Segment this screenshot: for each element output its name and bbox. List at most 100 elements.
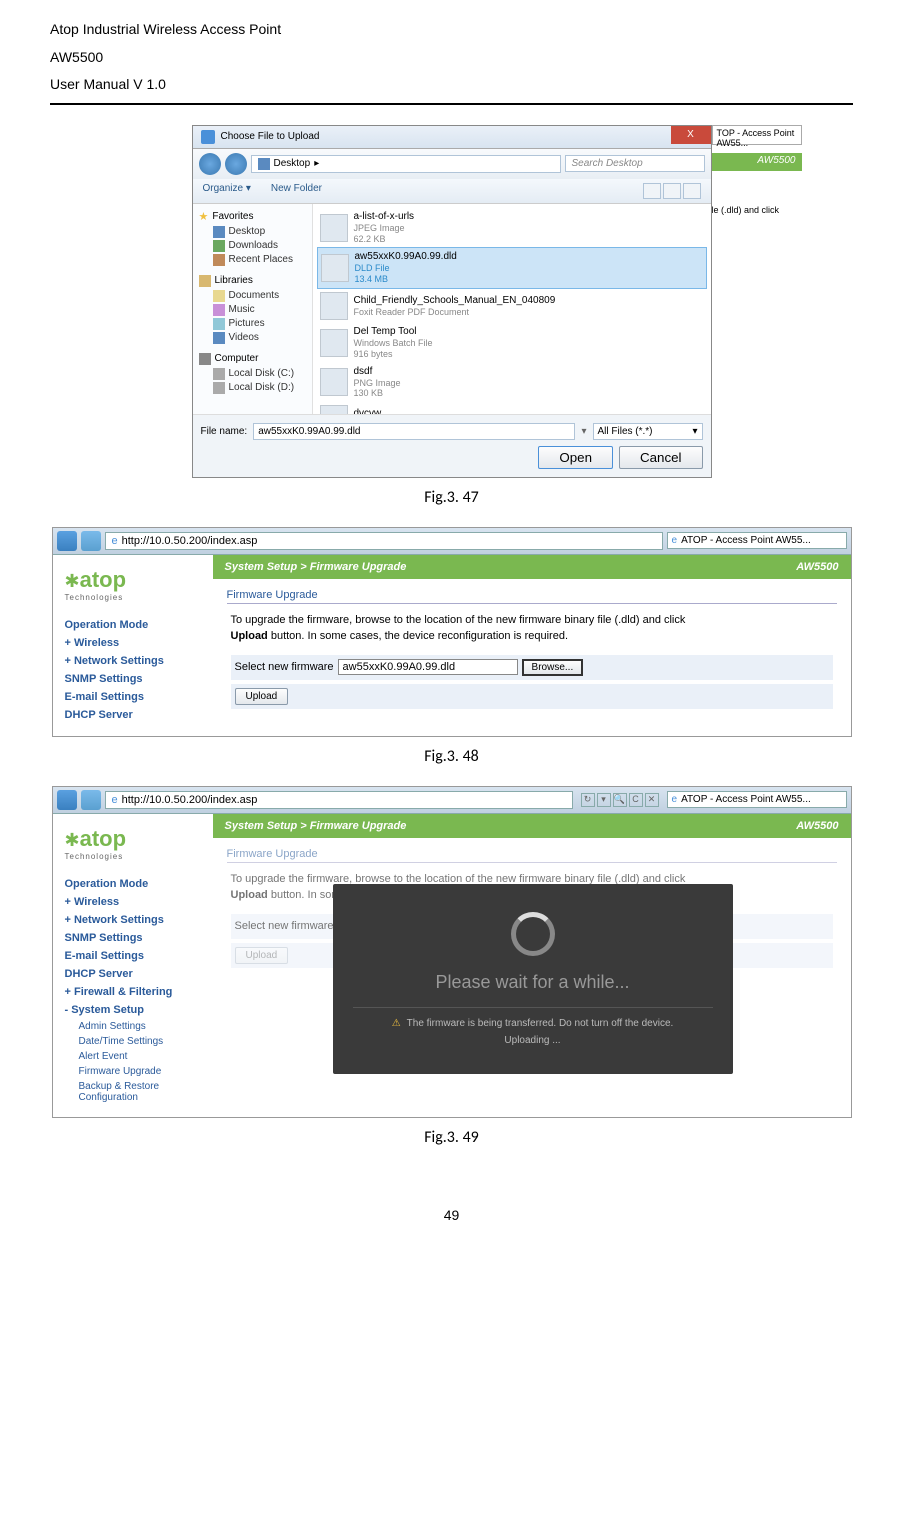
page-content: ✱atop Technologies Operation Mode + Wire…: [53, 555, 851, 736]
uploading-text: Uploading ...: [353, 1035, 713, 1046]
path-arrow: ▸: [314, 158, 319, 169]
menu-email[interactable]: E-mail Settings: [65, 688, 201, 706]
back-button[interactable]: [57, 531, 77, 551]
newfolder-button[interactable]: New Folder: [271, 183, 322, 199]
menu-snmp[interactable]: SNMP Settings: [65, 929, 201, 947]
submenu-admin[interactable]: Admin Settings: [65, 1019, 201, 1034]
sidebar-recent[interactable]: Recent Places: [199, 253, 306, 267]
forward-button[interactable]: [81, 790, 101, 810]
stop-icon[interactable]: ✕: [645, 793, 659, 807]
menu-operation-mode[interactable]: Operation Mode: [65, 875, 201, 893]
description: To upgrade the firmware, browse to the l…: [231, 612, 833, 645]
sidebar-pictures[interactable]: Pictures: [199, 317, 306, 331]
path-bar[interactable]: Desktop ▸: [251, 155, 561, 173]
filetype-select[interactable]: All Files (*.*) ▾: [593, 423, 703, 440]
browse-button[interactable]: Browse...: [522, 659, 584, 676]
close-button[interactable]: X: [671, 126, 711, 144]
browser-tab[interactable]: e ATOP - Access Point AW55...: [667, 791, 847, 808]
tool-icon[interactable]: ▾: [597, 793, 611, 807]
menu-snmp[interactable]: SNMP Settings: [65, 670, 201, 688]
url-text: http://10.0.50.200/index.asp: [122, 535, 258, 547]
menu-system-setup[interactable]: - System Setup: [65, 1001, 201, 1019]
path-text: Desktop: [274, 158, 311, 169]
file-icon: [321, 254, 349, 282]
logo-subtitle: Technologies: [65, 852, 201, 861]
file-meta: JPEG Image: [354, 223, 415, 234]
menu-wireless[interactable]: + Wireless: [65, 634, 201, 652]
page-main: System Setup > Firmware Upgrade AW5500 F…: [213, 555, 851, 736]
file-item[interactable]: Del Temp Tool Windows Batch File 916 byt…: [317, 323, 707, 363]
cancel-button[interactable]: Cancel: [619, 446, 703, 469]
menu-dhcp[interactable]: DHCP Server: [65, 965, 201, 983]
forward-button[interactable]: [81, 531, 101, 551]
nav-back-icon[interactable]: [199, 153, 221, 175]
videos-icon: [213, 332, 225, 344]
view-icon-2[interactable]: [663, 183, 681, 199]
model-text: AW5500: [796, 820, 838, 832]
file-item[interactable]: Child_Friendly_Schools_Manual_EN_040809 …: [317, 289, 707, 323]
compat-icon[interactable]: C: [629, 793, 643, 807]
menu-operation-mode[interactable]: Operation Mode: [65, 616, 201, 634]
menu-network[interactable]: + Network Settings: [65, 652, 201, 670]
organize-button[interactable]: Organize ▾: [203, 183, 251, 199]
disk-icon: [213, 368, 225, 380]
filename-input[interactable]: aw55xxK0.99A0.99.dld: [253, 423, 575, 440]
dialog-bottom: File name: aw55xxK0.99A0.99.dld ▾ All Fi…: [193, 414, 711, 477]
sidebar-item-label: Recent Places: [229, 254, 293, 265]
firmware-section: Firmware Upgrade To upgrade the firmware…: [213, 579, 851, 727]
computer-label: Computer: [215, 353, 259, 364]
search-icon[interactable]: 🔍: [613, 793, 627, 807]
page-content: ✱atop Technologies Operation Mode + Wire…: [53, 814, 851, 1117]
sidebar-desktop[interactable]: Desktop: [199, 225, 306, 239]
desc-text: To upgrade the firmware, browse to the l…: [231, 873, 686, 885]
ie-icon: e: [112, 794, 118, 806]
back-button[interactable]: [57, 790, 77, 810]
pictures-icon: [213, 318, 225, 330]
upload-button: Upload: [235, 947, 289, 964]
submenu-firmware[interactable]: Firmware Upgrade: [65, 1064, 201, 1079]
file-item-selected[interactable]: aw55xxK0.99A0.99.dld DLD File 13.4 MB: [317, 247, 707, 289]
file-size: 13.4 MB: [355, 274, 457, 285]
sidebar-videos[interactable]: Videos: [199, 331, 306, 345]
tab-text: ATOP - Access Point AW55...: [681, 535, 811, 546]
header-divider: [50, 103, 853, 105]
doc-header-line2: AW5500: [50, 48, 853, 68]
warning-icon: ⚠: [392, 1018, 401, 1029]
figure-49-caption: Fig.3. 49: [50, 1128, 853, 1147]
dropdown-icon[interactable]: ▾: [581, 426, 586, 437]
menu-firewall[interactable]: + Firewall & Filtering: [65, 983, 201, 1001]
file-item[interactable]: dvcvw PNG Image: [317, 402, 707, 414]
nav-forward-icon[interactable]: [225, 153, 247, 175]
browser-tab[interactable]: e ATOP - Access Point AW55...: [667, 532, 847, 549]
overlay-divider: [353, 1007, 713, 1008]
menu-dhcp[interactable]: DHCP Server: [65, 706, 201, 724]
file-item[interactable]: dsdf PNG Image 130 KB: [317, 363, 707, 403]
sidebar-disk-d[interactable]: Local Disk (D:): [199, 381, 306, 395]
upload-button[interactable]: Upload: [235, 688, 289, 705]
url-bar[interactable]: e http://10.0.50.200/index.asp: [105, 532, 663, 550]
submenu-datetime[interactable]: Date/Time Settings: [65, 1034, 201, 1049]
view-icon-1[interactable]: [643, 183, 661, 199]
disk-icon: [213, 382, 225, 394]
desc-bold: Upload: [231, 889, 268, 901]
file-meta: PNG Image: [354, 378, 401, 389]
submenu-backup[interactable]: Backup & Restore Configuration: [65, 1079, 201, 1105]
toolbox: ↻ ▾ 🔍 C ✕: [577, 793, 663, 807]
page-number: 49: [50, 1207, 853, 1223]
firmware-input[interactable]: aw55xxK0.99A0.99.dld: [338, 659, 518, 675]
sidebar-documents[interactable]: Documents: [199, 289, 306, 303]
loading-overlay: Please wait for a while... ⚠ The firmwar…: [333, 884, 733, 1074]
sidebar-disk-c[interactable]: Local Disk (C:): [199, 367, 306, 381]
file-item[interactable]: a-list-of-x-urls JPEG Image 62.2 KB: [317, 208, 707, 248]
menu-email[interactable]: E-mail Settings: [65, 947, 201, 965]
sidebar-downloads[interactable]: Downloads: [199, 239, 306, 253]
search-input[interactable]: Search Desktop: [565, 155, 705, 172]
submenu-alert[interactable]: Alert Event: [65, 1049, 201, 1064]
menu-wireless[interactable]: + Wireless: [65, 893, 201, 911]
menu-network[interactable]: + Network Settings: [65, 911, 201, 929]
help-icon[interactable]: [683, 183, 701, 199]
open-button[interactable]: Open: [538, 446, 613, 469]
sidebar-music[interactable]: Music: [199, 303, 306, 317]
url-bar[interactable]: e http://10.0.50.200/index.asp: [105, 791, 573, 809]
refresh-icon[interactable]: ↻: [581, 793, 595, 807]
